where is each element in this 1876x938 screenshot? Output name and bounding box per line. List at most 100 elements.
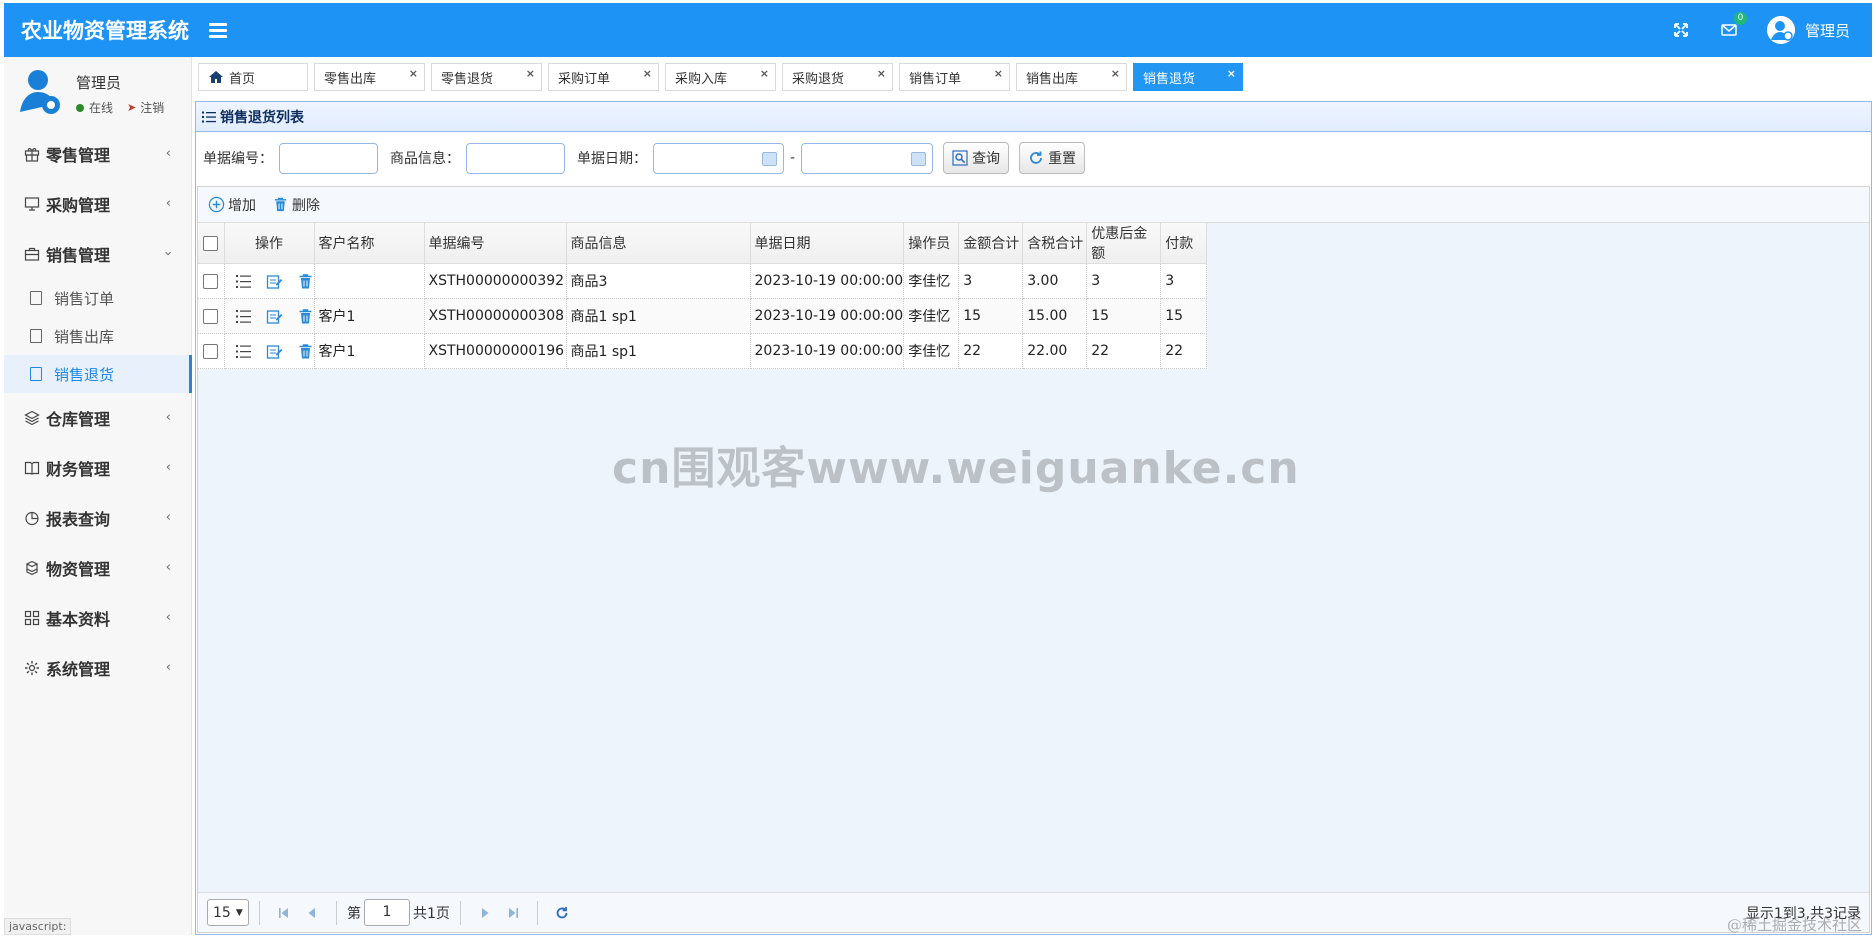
- prev-page-icon[interactable]: [304, 905, 320, 921]
- close-icon[interactable]: ×: [877, 67, 886, 80]
- date-start-input[interactable]: [653, 142, 784, 174]
- header-user-menu[interactable]: 管理员: [1766, 16, 1850, 44]
- table-row[interactable]: 客户1 XSTH00000000196 商品1 sp1 2023-10-19 0…: [198, 333, 1208, 369]
- menu-reports[interactable]: 报表查询 ‹: [4, 493, 191, 543]
- trash-icon[interactable]: [297, 343, 314, 360]
- tab-home[interactable]: 首页: [198, 63, 308, 91]
- query-button[interactable]: 查询: [943, 142, 1010, 174]
- header-doc-no[interactable]: 单据编号: [424, 223, 567, 264]
- close-icon[interactable]: ×: [760, 67, 769, 80]
- panel-title-bar: 销售退货列表: [196, 102, 1871, 132]
- row-checkbox[interactable]: [203, 343, 218, 359]
- pager-separator: [459, 900, 461, 925]
- sidebar-user-status: 在线 ➤ 注销: [76, 99, 164, 116]
- layers-icon: [22, 408, 42, 428]
- cell-payment: 22: [1160, 333, 1208, 369]
- menu-materials[interactable]: 物资管理 ‹: [4, 543, 191, 593]
- row-operation-cell: [224, 263, 315, 299]
- next-page-icon[interactable]: [477, 905, 493, 921]
- close-icon[interactable]: ×: [994, 67, 1003, 80]
- menu-purchase[interactable]: 采购管理 ‹: [4, 179, 191, 229]
- row-select-cell: [198, 263, 225, 299]
- submenu-sales-outbound[interactable]: 销售出库: [4, 317, 191, 355]
- submenu-sales-return[interactable]: 销售退货: [4, 355, 192, 393]
- add-button-label: 增加: [228, 197, 256, 214]
- header-tax-amount[interactable]: 含税合计: [1022, 223, 1088, 264]
- refresh-icon: [1030, 151, 1042, 164]
- menu-sales[interactable]: 销售管理 ‹: [4, 229, 191, 279]
- query-button-label: 查询: [972, 151, 1001, 167]
- last-page-icon[interactable]: [505, 905, 521, 921]
- edit-icon[interactable]: [266, 308, 283, 325]
- goods-label: 商品信息：: [390, 151, 460, 167]
- monitor-icon: [22, 194, 42, 214]
- sales-return-table: 操作 客户名称 单据编号 商品信息 单据日期 操作员 金额合计 含税合计 优惠后…: [198, 223, 1208, 369]
- detail-list-icon[interactable]: [235, 308, 252, 325]
- doc-no-input[interactable]: [279, 142, 378, 174]
- header-discount-amount[interactable]: 优惠后金额: [1086, 223, 1162, 264]
- trash-icon[interactable]: [297, 308, 314, 325]
- menu-system[interactable]: 系统管理 ‹: [4, 643, 191, 693]
- watermark: cn围观客www.weiguanke.cn: [612, 443, 1300, 494]
- logout-link[interactable]: 注销: [140, 99, 164, 116]
- delete-button[interactable]: 删除: [272, 195, 320, 215]
- header-customer[interactable]: 客户名称: [314, 223, 425, 264]
- add-button[interactable]: 增加: [208, 195, 256, 215]
- cell-discount-amount: 15: [1086, 298, 1162, 334]
- tab-label: 零售退货: [441, 71, 494, 87]
- header-goods[interactable]: 商品信息: [566, 223, 751, 264]
- tab-purchase-inbound[interactable]: 采购入库 ×: [665, 63, 776, 91]
- edit-icon[interactable]: [266, 343, 283, 360]
- detail-list-icon[interactable]: [235, 343, 252, 360]
- tab-sales-return[interactable]: 销售退货 ×: [1133, 63, 1243, 91]
- tab-sales-outbound[interactable]: 销售出库 ×: [1016, 63, 1127, 91]
- menu-warehouse[interactable]: 仓库管理 ‹: [4, 393, 191, 443]
- edit-icon[interactable]: [266, 273, 283, 290]
- submenu-sales-order[interactable]: 销售订单: [4, 279, 191, 317]
- header-doc-date[interactable]: 单据日期: [750, 223, 905, 264]
- tab-label: 采购入库: [675, 71, 728, 87]
- select-all-cell: [198, 223, 225, 264]
- menu-basic-data[interactable]: 基本资料 ‹: [4, 593, 191, 643]
- calendar-icon[interactable]: [911, 151, 927, 166]
- cell-discount-amount: 22: [1086, 333, 1162, 369]
- select-all-checkbox[interactable]: [203, 235, 218, 251]
- tab-sales-order[interactable]: 销售订单 ×: [899, 63, 1010, 91]
- menu-label: 报表查询: [46, 510, 111, 529]
- close-icon[interactable]: ×: [526, 67, 535, 80]
- sidebar-avatar-icon: [18, 68, 64, 118]
- page-size-select[interactable]: 15 ▼: [207, 899, 249, 926]
- cell-operator: 李佳忆: [903, 333, 960, 369]
- mail-icon[interactable]: 0: [1719, 12, 1747, 40]
- menu-finance[interactable]: 财务管理 ‹: [4, 443, 191, 493]
- row-checkbox[interactable]: [203, 308, 218, 324]
- page-number-input[interactable]: 1: [364, 899, 410, 926]
- calendar-icon[interactable]: [762, 151, 777, 166]
- tab-purchase-order[interactable]: 采购订单 ×: [548, 63, 659, 91]
- logout-icon[interactable]: ➤: [127, 101, 136, 114]
- row-checkbox[interactable]: [203, 273, 218, 289]
- date-end-input[interactable]: [801, 142, 934, 174]
- menu-retail[interactable]: 零售管理 ‹: [4, 129, 191, 179]
- tab-purchase-return[interactable]: 采购退货 ×: [782, 63, 893, 91]
- close-icon[interactable]: ×: [409, 67, 418, 80]
- goods-input[interactable]: [466, 142, 565, 174]
- table-row[interactable]: XSTH00000000392 商品3 2023-10-19 00:00:00 …: [198, 263, 1208, 299]
- refresh-icon[interactable]: [554, 905, 570, 921]
- hamburger-menu-icon[interactable]: [209, 22, 227, 38]
- header-operator[interactable]: 操作员: [903, 223, 960, 264]
- trash-icon[interactable]: [297, 273, 314, 290]
- tab-retail-return[interactable]: 零售退货 ×: [431, 63, 542, 91]
- first-page-icon[interactable]: [276, 905, 292, 921]
- tab-retail-outbound[interactable]: 零售出库 ×: [314, 63, 425, 91]
- close-icon[interactable]: ×: [1111, 67, 1120, 80]
- header-amount[interactable]: 金额合计: [958, 223, 1024, 264]
- header-payment[interactable]: 付款: [1160, 223, 1208, 264]
- fullscreen-icon[interactable]: [1671, 20, 1691, 40]
- detail-list-icon[interactable]: [235, 273, 252, 290]
- message-badge: 0: [1733, 12, 1747, 25]
- close-icon[interactable]: ×: [643, 67, 652, 80]
- close-icon[interactable]: ×: [1227, 67, 1236, 80]
- table-row[interactable]: 客户1 XSTH00000000308 商品1 sp1 2023-10-19 0…: [198, 298, 1208, 334]
- reset-button[interactable]: 重置: [1019, 142, 1086, 174]
